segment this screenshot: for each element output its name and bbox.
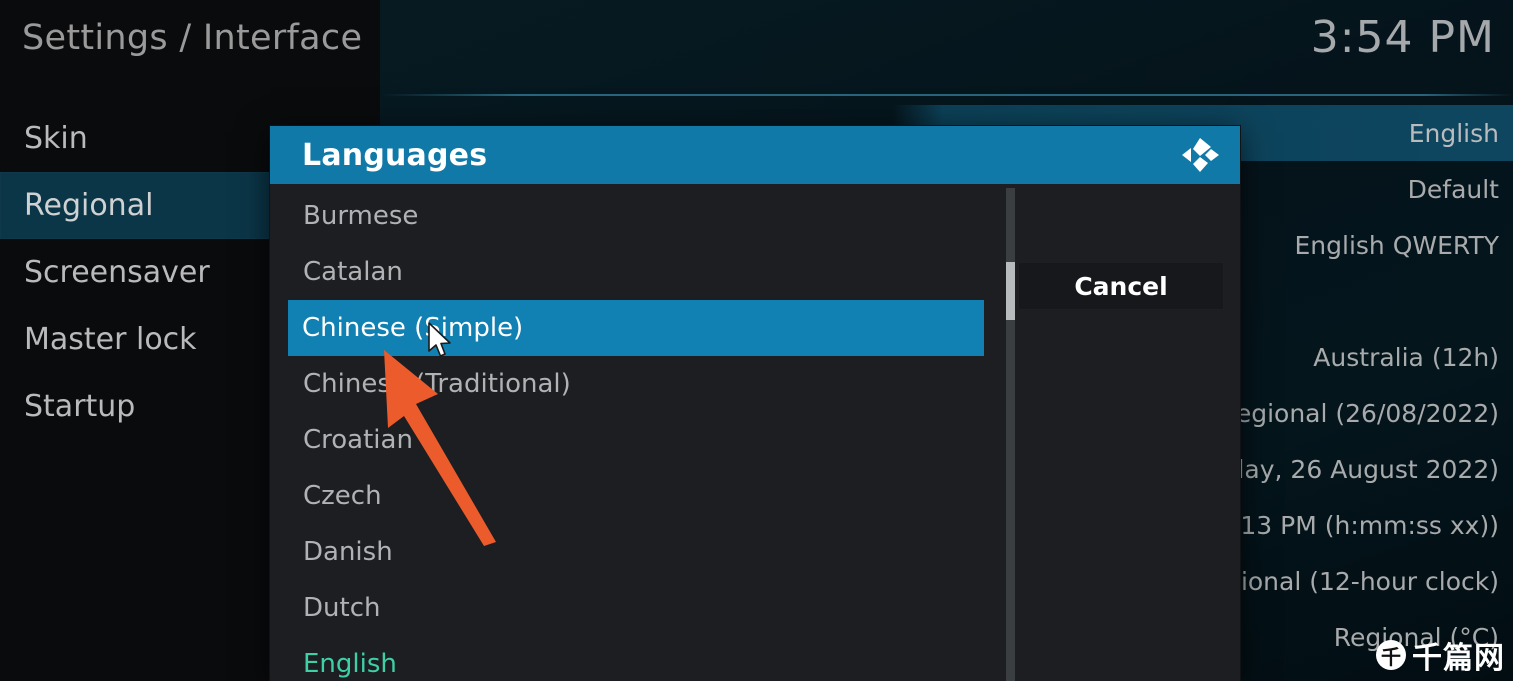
screen-root: Settings / Interface 3:54 PM Skin Region…	[0, 0, 1513, 681]
setting-value-text: English	[1408, 118, 1499, 148]
sidebar-item-label: Skin	[24, 121, 88, 156]
setting-value-text: Regional (°C)	[1333, 622, 1499, 652]
setting-value-text: Default	[1407, 174, 1499, 204]
sidebar-item-label: Startup	[24, 389, 136, 424]
language-item-label: Czech	[303, 481, 382, 511]
kodi-logo-icon	[1182, 138, 1219, 172]
language-item[interactable]: Croatian	[288, 412, 1000, 468]
system-clock: 3:54 PM	[1310, 12, 1495, 63]
language-item-label: Croatian	[303, 425, 413, 455]
sidebar-item-label: Master lock	[24, 322, 197, 357]
language-item-chinese-simple[interactable]: Chinese (Simple)	[288, 300, 984, 356]
dialog-header: Languages	[270, 126, 1240, 184]
language-item[interactable]: Burmese	[288, 188, 1000, 244]
header-separator	[380, 94, 1513, 96]
setting-value-text: Australia (12h)	[1313, 342, 1499, 372]
language-item[interactable]: Catalan	[288, 244, 1000, 300]
language-item[interactable]: Chinese (Traditional)	[288, 356, 1000, 412]
setting-value-text: English QWERTY	[1294, 230, 1499, 260]
language-item-english[interactable]: English	[288, 636, 1000, 681]
setting-value-text: 4:13 PM (h:mm:ss xx))	[1216, 510, 1499, 540]
language-item[interactable]: Dutch	[288, 580, 1000, 636]
dialog-title: Languages	[302, 137, 488, 173]
language-item-label: Chinese (Simple)	[302, 313, 524, 343]
cancel-button[interactable]: Cancel	[1018, 262, 1224, 310]
sidebar-item-label: Screensaver	[24, 255, 210, 290]
setting-value-text: egional (12-hour clock)	[1209, 566, 1499, 596]
language-item-label: Catalan	[303, 257, 403, 287]
page-title: Settings / Interface	[22, 18, 363, 58]
language-item[interactable]: Czech	[288, 468, 1000, 524]
sidebar-item-label: Regional	[24, 188, 154, 223]
scrollbar-thumb[interactable]	[1006, 262, 1015, 320]
language-item-label: Burmese	[303, 201, 419, 231]
cancel-button-label: Cancel	[1074, 271, 1168, 301]
language-list-scrollbar[interactable]	[1006, 188, 1015, 681]
setting-value-text: riday, 26 August 2022)	[1211, 454, 1499, 484]
language-item-label: English	[303, 649, 397, 679]
language-item[interactable]: Danish	[288, 524, 1000, 580]
dialog-body: Burmese Catalan Chinese (Simple) Chinese…	[270, 184, 1240, 681]
language-item-label: Dutch	[303, 593, 381, 623]
language-item-label: Danish	[303, 537, 393, 567]
languages-dialog: Languages Burmese Catalan Chinese (Simpl…	[270, 126, 1240, 681]
language-item-label: Chinese (Traditional)	[303, 369, 571, 399]
language-list[interactable]: Burmese Catalan Chinese (Simple) Chinese…	[288, 188, 1000, 681]
setting-value-text: Regional (26/08/2022)	[1219, 398, 1499, 428]
